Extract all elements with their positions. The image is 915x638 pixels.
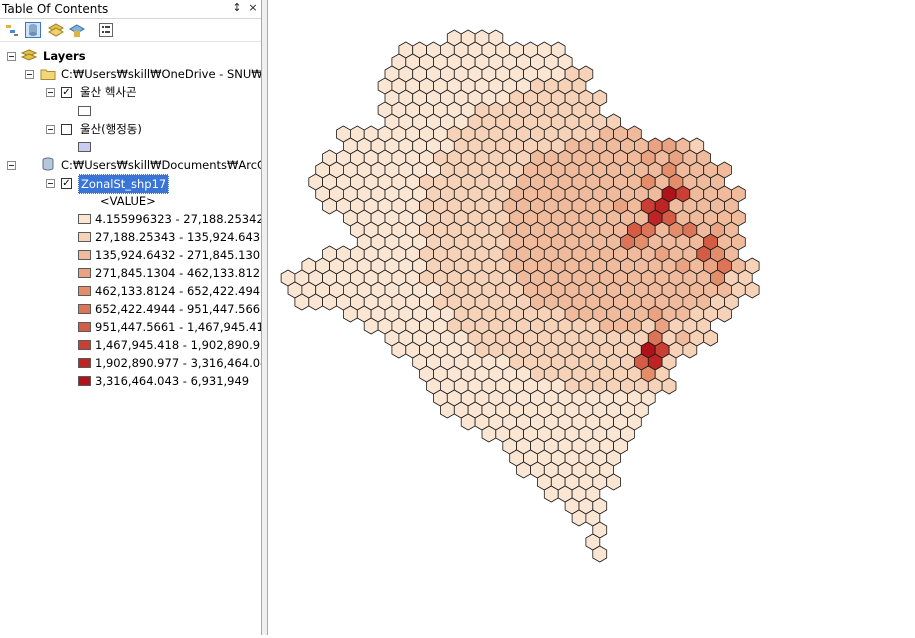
- tree-group-onedrive[interactable]: C:₩Users₩skill₩OneDrive - SNU₩GIS: [0, 65, 262, 83]
- legend-label: 951,447.5661 - 1,467,945.417: [95, 320, 262, 334]
- collapse-toggle[interactable]: [46, 88, 55, 97]
- hex-cell: [661, 377, 677, 395]
- hex-cell: [592, 545, 608, 563]
- layer-name: 울산 헥사곤: [80, 85, 137, 99]
- hex-map: [280, 29, 760, 563]
- legend-label: 1,902,890.977 - 3,316,464.04: [95, 356, 262, 370]
- pin-icon[interactable]: ↕: [230, 1, 244, 15]
- legend-swatch[interactable]: [78, 232, 91, 242]
- admin-symbol-swatch: [78, 142, 91, 152]
- collapse-toggle[interactable]: [46, 179, 55, 188]
- layer-tree: Layers C:₩Users₩skill₩OneDrive - SNU₩GIS…: [0, 44, 261, 635]
- hex-cell: [717, 305, 732, 323]
- tree-layer-zonal[interactable]: ✓ ZonalSt_shp17: [0, 174, 260, 194]
- group-path-label: C:₩Users₩skill₩OneDrive - SNU₩GIS: [61, 67, 262, 81]
- legend-label: 3,316,464.043 - 6,931,949: [95, 374, 250, 388]
- collapse-toggle[interactable]: [25, 70, 34, 79]
- hex-cell: [308, 293, 323, 311]
- legend-label: 271,845.1304 - 462,133.8123: [95, 266, 262, 280]
- group-path-label: C:₩Users₩skill₩Documents₩ArcGIS₩: [61, 158, 261, 172]
- hex-cell: [481, 425, 497, 443]
- hex-cell: [322, 293, 337, 311]
- table-of-contents-panel: Table Of Contents ↕ × Layers C:₩Users₩sk…: [0, 0, 262, 635]
- legend-label: 462,133.8124 - 652,422.4943: [95, 284, 262, 298]
- hex-cell: [703, 329, 718, 347]
- list-by-visibility-icon[interactable]: [48, 22, 64, 38]
- legend-swatch[interactable]: [78, 304, 91, 314]
- value-field-header: <VALUE>: [100, 192, 156, 210]
- layers-label: Layers: [43, 49, 86, 63]
- hex-cell: [543, 485, 559, 503]
- toc-titlebar: Table Of Contents ↕ ×: [0, 0, 261, 19]
- legend-swatch[interactable]: [78, 322, 91, 332]
- legend-label: 4.155996323 - 27,188.25342: [95, 212, 262, 226]
- collapse-toggle[interactable]: [46, 125, 55, 134]
- hex-cell: [571, 509, 587, 527]
- layer-name-selected[interactable]: ZonalSt_shp17: [78, 174, 170, 194]
- hex-cell: [343, 305, 358, 323]
- hex-cell: [606, 473, 622, 491]
- legend-label: 652,422.4944 - 951,447.566: [95, 302, 261, 316]
- value-header-text: <VALUE>: [100, 194, 156, 208]
- legend-swatch[interactable]: [78, 250, 91, 260]
- toc-toolbar: [0, 19, 261, 42]
- hex-cell: [363, 317, 379, 335]
- collapse-toggle[interactable]: [7, 52, 16, 61]
- hex-cell: [516, 461, 531, 479]
- tree-root-layers[interactable]: Layers: [0, 47, 260, 65]
- tree-layer-admin[interactable]: 울산(행정동): [0, 120, 260, 138]
- hex-cell: [439, 401, 455, 419]
- map-view[interactable]: [268, 0, 915, 635]
- legend-swatch[interactable]: [78, 268, 91, 278]
- tree-group-documents[interactable]: C:₩Users₩skill₩Documents₩ArcGIS₩: [0, 156, 261, 174]
- collapse-toggle[interactable]: [7, 161, 16, 170]
- layer-visibility-checkbox[interactable]: ✓: [61, 178, 72, 189]
- legend-swatch[interactable]: [78, 286, 91, 296]
- empty-symbol-swatch: [78, 106, 91, 116]
- list-by-source-icon[interactable]: [25, 22, 41, 38]
- options-icon[interactable]: [98, 22, 114, 38]
- hex-cell: [391, 341, 407, 359]
- hex-cell: [294, 293, 310, 311]
- layer-name: 울산(행정동): [80, 122, 142, 136]
- toc-title: Table Of Contents: [2, 2, 109, 16]
- symbol-row: [0, 138, 260, 156]
- hex-cell: [460, 413, 476, 431]
- list-by-selection-icon[interactable]: [69, 22, 85, 38]
- symbol-row: [0, 102, 260, 120]
- legend-swatch[interactable]: [78, 376, 91, 386]
- list-by-drawing-order-icon[interactable]: [4, 22, 20, 38]
- close-icon[interactable]: ×: [246, 1, 260, 15]
- layer-visibility-checkbox[interactable]: [61, 124, 72, 135]
- layer-visibility-checkbox[interactable]: ✓: [61, 87, 72, 98]
- legend-swatch[interactable]: [78, 340, 91, 350]
- tree-layer-hex[interactable]: ✓ 울산 헥사곤: [0, 83, 260, 101]
- legend-label: 27,188.25343 - 135,924.6431: [95, 230, 262, 244]
- hex-cell: [744, 281, 760, 299]
- hex-cell: [322, 197, 337, 215]
- legend-swatch[interactable]: [78, 358, 91, 368]
- hex-cell: [682, 341, 698, 359]
- legend-swatch[interactable]: [78, 214, 91, 224]
- legend-label: 135,924.6432 - 271,845.1303: [95, 248, 262, 262]
- legend-label: 1,467,945.418 - 1,902,890.97: [95, 338, 262, 352]
